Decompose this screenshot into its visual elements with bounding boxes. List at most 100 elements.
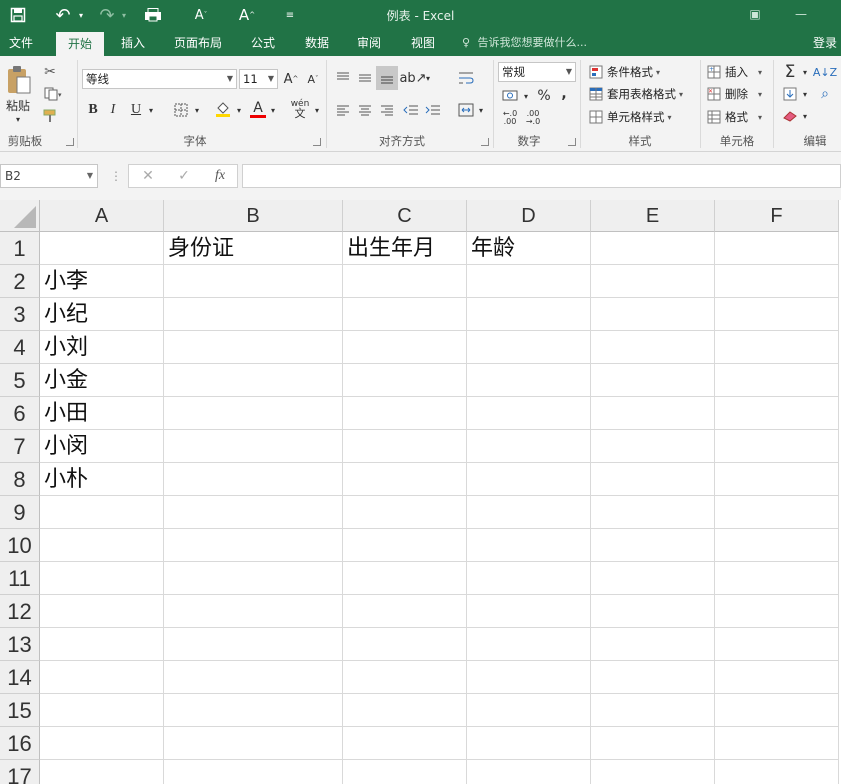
cell-a2[interactable]: 小李: [40, 265, 164, 298]
cell-f11[interactable]: [715, 562, 839, 595]
cell-b6[interactable]: [164, 397, 343, 430]
cell-a6[interactable]: 小田: [40, 397, 164, 430]
cell-f15[interactable]: [715, 694, 839, 727]
cell-e7[interactable]: [591, 430, 715, 463]
percent-style-button[interactable]: %: [534, 86, 554, 106]
cell-d2[interactable]: [467, 265, 591, 298]
cell-f12[interactable]: [715, 595, 839, 628]
number-launcher-icon[interactable]: [568, 138, 576, 146]
wrap-text-icon[interactable]: [455, 68, 477, 88]
row-header-11[interactable]: 11: [0, 562, 40, 595]
cell-c6[interactable]: [343, 397, 467, 430]
conditional-formatting-button[interactable]: 条件格式 ▾: [588, 62, 660, 82]
cell-f1[interactable]: [715, 232, 839, 265]
orientation-icon[interactable]: ab↗: [399, 68, 426, 88]
tab-review[interactable]: 审阅: [346, 30, 392, 56]
cell-e15[interactable]: [591, 694, 715, 727]
row-header-17[interactable]: 17: [0, 760, 40, 784]
clipboard-launcher-icon[interactable]: [66, 138, 74, 146]
cell-e1[interactable]: [591, 232, 715, 265]
cell-b14[interactable]: [164, 661, 343, 694]
cell-f8[interactable]: [715, 463, 839, 496]
cell-d9[interactable]: [467, 496, 591, 529]
cell-b2[interactable]: [164, 265, 343, 298]
cell-d17[interactable]: [467, 760, 591, 784]
row-header-4[interactable]: 4: [0, 331, 40, 364]
cell-c3[interactable]: [343, 298, 467, 331]
cell-f2[interactable]: [715, 265, 839, 298]
cell-e3[interactable]: [591, 298, 715, 331]
cell-e16[interactable]: [591, 727, 715, 760]
cell-d5[interactable]: [467, 364, 591, 397]
row-header-10[interactable]: 10: [0, 529, 40, 562]
cell-f6[interactable]: [715, 397, 839, 430]
cell-e5[interactable]: [591, 364, 715, 397]
select-all-button[interactable]: [0, 200, 40, 232]
increase-decimal-icon[interactable]: ←.0.00: [499, 108, 521, 128]
cell-c9[interactable]: [343, 496, 467, 529]
row-header-16[interactable]: 16: [0, 727, 40, 760]
row-header-6[interactable]: 6: [0, 397, 40, 430]
cell-styles-button[interactable]: 单元格样式 ▾: [588, 107, 672, 127]
formula-input[interactable]: [242, 164, 841, 188]
cell-e2[interactable]: [591, 265, 715, 298]
merge-center-icon[interactable]: [455, 100, 477, 120]
tab-file[interactable]: 文件: [0, 30, 42, 56]
increase-font-icon[interactable]: A ^: [282, 69, 300, 89]
row-header-15[interactable]: 15: [0, 694, 40, 727]
alignment-launcher-icon[interactable]: [481, 138, 489, 146]
phonetic-dropdown-icon[interactable]: ▾: [312, 100, 322, 120]
orientation-dropdown-icon[interactable]: ▾: [424, 68, 432, 88]
align-bottom-icon[interactable]: [376, 66, 398, 90]
cell-a11[interactable]: [40, 562, 164, 595]
font-size-select[interactable]: 11 ▼: [239, 69, 278, 89]
cell-a5[interactable]: 小金: [40, 364, 164, 397]
ribbon-display-options-icon[interactable]: ▣: [740, 2, 770, 26]
fill-color-dropdown-icon[interactable]: ▾: [234, 100, 244, 120]
row-header-13[interactable]: 13: [0, 628, 40, 661]
row-header-12[interactable]: 12: [0, 595, 40, 628]
clear-dropdown-icon[interactable]: ▾: [800, 106, 810, 126]
autosum-dropdown-icon[interactable]: ▾: [800, 62, 810, 82]
cell-d8[interactable]: [467, 463, 591, 496]
italic-button[interactable]: I: [104, 100, 122, 120]
underline-dropdown-icon[interactable]: ▾: [146, 100, 156, 120]
cell-a15[interactable]: [40, 694, 164, 727]
merge-dropdown-icon[interactable]: ▾: [477, 100, 485, 120]
cell-e13[interactable]: [591, 628, 715, 661]
cell-b12[interactable]: [164, 595, 343, 628]
name-box[interactable]: B2 ▼: [0, 164, 98, 188]
bold-button[interactable]: B: [84, 100, 102, 120]
cell-e17[interactable]: [591, 760, 715, 784]
cell-b9[interactable]: [164, 496, 343, 529]
cell-b3[interactable]: [164, 298, 343, 331]
column-header-b[interactable]: B: [164, 200, 343, 232]
accounting-dropdown-icon[interactable]: ▾: [522, 86, 530, 106]
paste-dropdown-icon[interactable]: ▾: [10, 114, 26, 124]
cell-c14[interactable]: [343, 661, 467, 694]
number-format-select[interactable]: 常规 ▼: [498, 62, 576, 82]
column-header-c[interactable]: C: [343, 200, 467, 232]
row-header-1[interactable]: 1: [0, 232, 40, 265]
cell-a1[interactable]: [40, 232, 164, 265]
cell-b5[interactable]: [164, 364, 343, 397]
align-left-icon[interactable]: [333, 100, 353, 120]
cell-f4[interactable]: [715, 331, 839, 364]
cell-f7[interactable]: [715, 430, 839, 463]
cell-d12[interactable]: [467, 595, 591, 628]
cell-f17[interactable]: [715, 760, 839, 784]
cell-d15[interactable]: [467, 694, 591, 727]
cell-f16[interactable]: [715, 727, 839, 760]
column-header-a[interactable]: A: [40, 200, 164, 232]
row-header-2[interactable]: 2: [0, 265, 40, 298]
cell-a9[interactable]: [40, 496, 164, 529]
cell-c15[interactable]: [343, 694, 467, 727]
cell-d11[interactable]: [467, 562, 591, 595]
autosum-icon[interactable]: Σ: [780, 61, 800, 83]
paste-icon[interactable]: [4, 62, 34, 98]
cell-f10[interactable]: [715, 529, 839, 562]
phonetic-guide-icon[interactable]: wén 文: [288, 98, 312, 120]
cell-b13[interactable]: [164, 628, 343, 661]
cell-b11[interactable]: [164, 562, 343, 595]
cell-b15[interactable]: [164, 694, 343, 727]
